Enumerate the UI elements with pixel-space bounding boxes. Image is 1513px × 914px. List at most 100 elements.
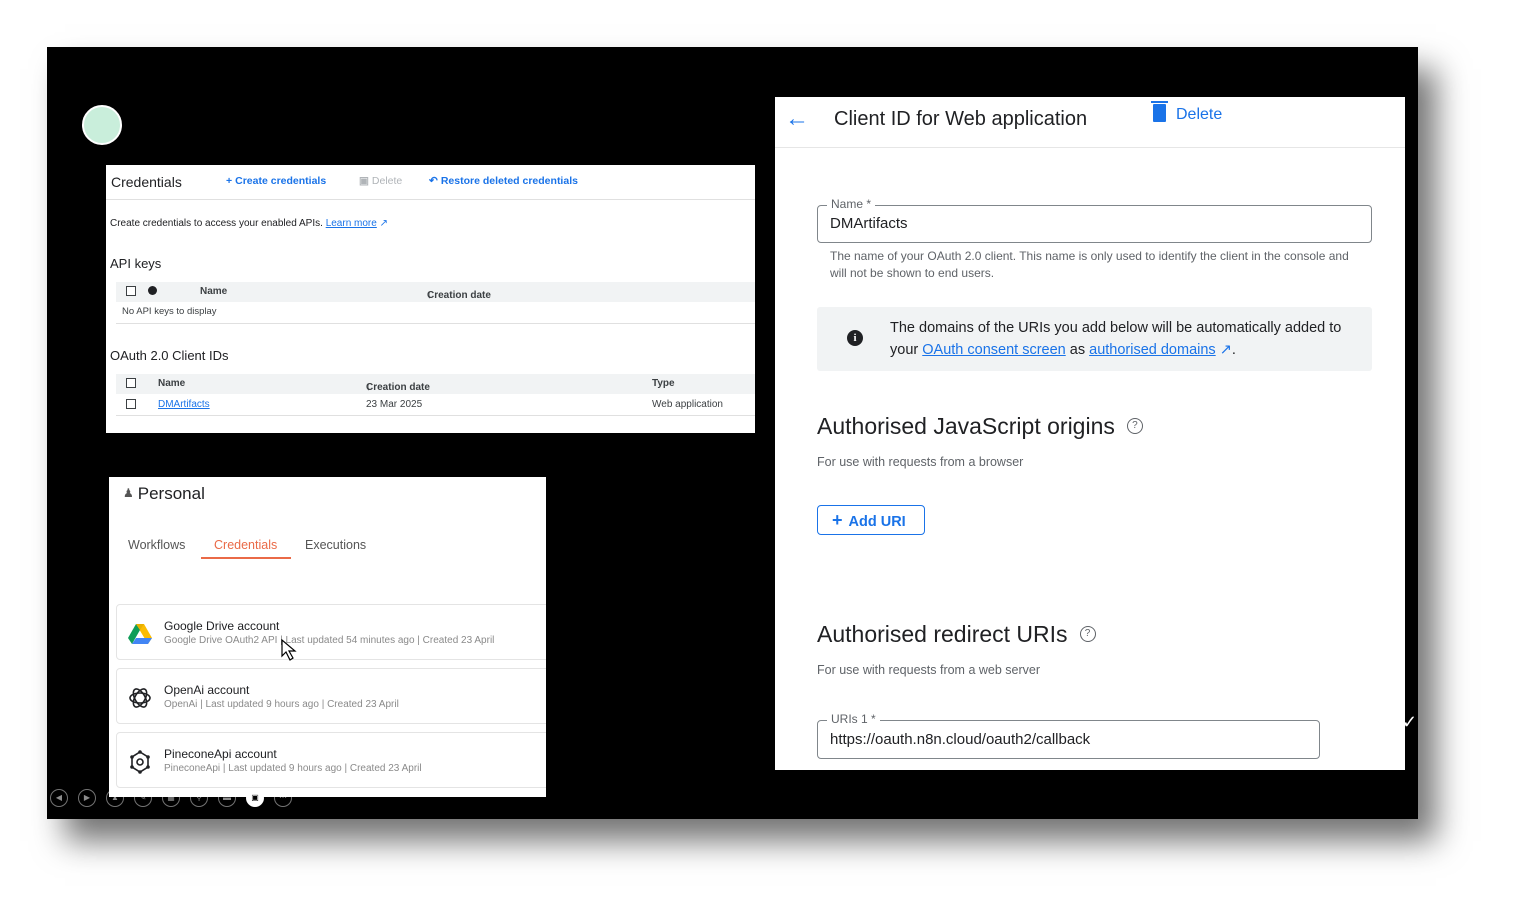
redirect-uris-title-text: Authorised redirect URIs (817, 621, 1068, 647)
personal-title-text: Personal (137, 484, 205, 503)
pen-icon[interactable]: ✎ (134, 789, 152, 807)
table-row[interactable]: DMArtifacts 23 Mar 2025 Web application (116, 395, 755, 416)
credential-meta: OpenAi | Last updated 9 hours ago | Crea… (164, 699, 399, 710)
select-all-checkbox[interactable] (126, 378, 136, 388)
redirect-uri-value: https://oauth.n8n.cloud/oauth2/callback (830, 731, 1091, 748)
js-origins-title: Authorised JavaScript origins? (817, 413, 1143, 440)
page-title: Client ID for Web application (834, 108, 1088, 130)
credential-meta: PineconeApi | Last updated 9 hours ago |… (164, 763, 422, 774)
redirect-uri-label: URIs 1 * (827, 712, 880, 726)
personal-panel: ♟ Personal Workflows Credentials Executio… (109, 477, 546, 797)
previous-icon[interactable]: ◀ (50, 789, 68, 807)
credential-meta: Google Drive OAuth2 API | Last updated 5… (164, 635, 495, 646)
external-link-icon: ↗ (376, 218, 388, 229)
credentials-panel: Credentials + Create credentials ▣ Delete … (106, 165, 755, 433)
trash-icon: ▣ (359, 175, 369, 187)
name-field[interactable]: Name * DMArtifacts (817, 197, 1372, 243)
pointer-icon[interactable]: ▲ (106, 789, 124, 807)
active-tab-indicator (201, 557, 291, 559)
api-keys-table-header: Name Creation date ↓ (116, 282, 755, 302)
oauth-consent-link[interactable]: OAuth consent screen (922, 342, 1065, 358)
trash-icon (1151, 101, 1168, 122)
info-note: i The domains of the URIs you add below … (817, 307, 1372, 371)
info-icon: i (847, 330, 863, 346)
delete-button[interactable]: Delete (1151, 101, 1223, 124)
openai-icon (129, 688, 151, 708)
learn-more-link[interactable]: Learn more (326, 218, 377, 229)
subtitles-icon[interactable]: ▬ (218, 789, 236, 807)
column-creation-date-label: Creation date (427, 290, 491, 301)
js-origins-title-text: Authorised JavaScript origins (817, 413, 1115, 439)
info-text-body: Create credentials to access your enable… (110, 218, 323, 229)
restore-credentials-button[interactable]: ↶ Restore deleted credentials (429, 175, 578, 187)
client-name-link[interactable]: DMArtifacts (158, 399, 210, 410)
name-field-value: DMArtifacts (830, 215, 908, 232)
redirect-uris-title: Authorised redirect URIs? (817, 621, 1096, 648)
create-credentials-button[interactable]: + Create credentials (226, 175, 326, 187)
tab-credentials[interactable]: Credentials (214, 538, 277, 552)
info-text: Create credentials to access your enable… (110, 218, 388, 229)
add-uri-label: Add URI (848, 514, 906, 530)
zoom-icon[interactable]: ⚲ (190, 789, 208, 807)
arrow-down-icon: ↓ (427, 290, 432, 301)
tab-executions[interactable]: Executions (305, 538, 366, 552)
camera-icon[interactable]: ▣ (246, 789, 264, 807)
delete-label: Delete (1176, 106, 1223, 124)
redirect-uris-subtitle: For use with requests from a web server (817, 663, 1040, 677)
avatar (82, 105, 122, 145)
credential-name: Google Drive account (164, 619, 280, 633)
credentials-header: Credentials + Create credentials ▣ Delete … (106, 165, 755, 200)
row-checkbox[interactable] (126, 399, 136, 409)
delete-button[interactable]: ▣ Delete (359, 175, 402, 187)
status-dot-icon (148, 286, 157, 295)
authorised-domains-link[interactable]: authorised domains (1089, 342, 1216, 358)
credential-card[interactable]: OpenAi account OpenAi | Last updated 9 h… (116, 668, 546, 724)
plus-icon: + (226, 175, 233, 187)
note-suffix: . (1231, 342, 1236, 358)
help-icon[interactable]: ? (1126, 417, 1143, 434)
api-keys-title: API keys (110, 256, 162, 271)
select-all-checkbox[interactable] (126, 286, 136, 296)
more-icon[interactable]: ⋯ (274, 789, 292, 807)
column-type[interactable]: Type (652, 378, 675, 389)
credential-card[interactable]: PineconeApi account PineconeApi | Last u… (116, 732, 546, 788)
name-field-label: Name * (827, 197, 876, 211)
page-title: Credentials (111, 174, 182, 190)
column-name[interactable]: Name (158, 378, 185, 389)
credential-name: OpenAi account (164, 683, 250, 697)
help-icon[interactable]: ? (1079, 625, 1096, 642)
user-icon: ♟ (123, 486, 134, 500)
arrow-down-icon: ↓ (366, 382, 371, 393)
mouse-cursor-icon (281, 638, 297, 661)
add-uri-button[interactable]: + Add URI (817, 505, 925, 535)
credential-name: PineconeApi account (164, 747, 277, 761)
name-hint: The name of your OAuth 2.0 client. This … (830, 249, 1349, 280)
undo-icon: ↶ (429, 175, 438, 187)
note-middle: as (1069, 342, 1086, 358)
google-drive-icon (128, 624, 152, 644)
restore-label: Restore deleted credentials (440, 175, 578, 187)
client-header: ← Client ID for Web application Delete (775, 97, 1405, 148)
learn-more-label: Learn more (325, 218, 377, 229)
next-icon[interactable]: ▶ (78, 789, 96, 807)
create-credentials-label: Create credentials (235, 175, 327, 187)
redirect-uri-field[interactable]: URIs 1 * https://oauth.n8n.cloud/oauth2/… (817, 712, 1320, 759)
pen-mark-icon: ✓ (1402, 712, 1418, 732)
empty-state-text: No API keys to display (122, 306, 217, 317)
type-cell: Web application (652, 399, 723, 410)
back-arrow-icon[interactable]: ← (785, 105, 809, 133)
column-name[interactable]: Name (200, 286, 227, 297)
info-note-text: The domains of the URIs you add below wi… (890, 317, 1360, 361)
tab-workflows[interactable]: Workflows (128, 538, 185, 552)
delete-label: Delete (371, 175, 403, 187)
pinecone-icon (130, 750, 150, 774)
creation-date-cell: 23 Mar 2025 (366, 399, 423, 410)
oauth-title: OAuth 2.0 Client IDs (110, 348, 229, 363)
api-keys-empty-row: No API keys to display (116, 303, 755, 324)
credential-card[interactable]: Google Drive account Google Drive OAuth2… (116, 604, 546, 660)
js-origins-subtitle: For use with requests from a browser (817, 455, 1024, 469)
client-id-panel: ← Client ID for Web application Delete N… (775, 97, 1405, 770)
slides-icon[interactable]: ▦ (162, 789, 180, 807)
plus-icon: + (832, 510, 843, 530)
personal-title: ♟ Personal (123, 484, 205, 504)
